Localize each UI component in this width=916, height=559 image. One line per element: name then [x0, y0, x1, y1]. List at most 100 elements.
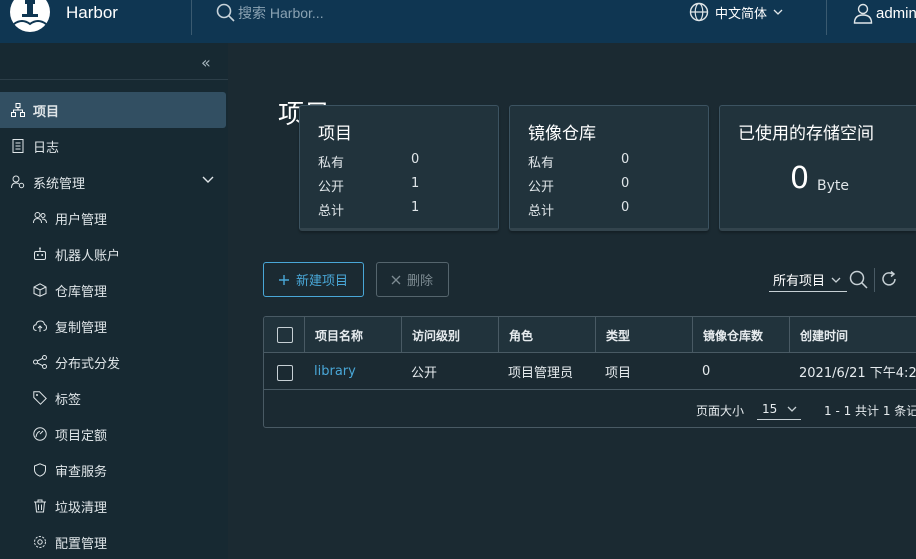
sidebar-item-label: 机器人账户: [55, 248, 121, 264]
distribution-icon: [33, 355, 47, 369]
type-cell: 项目: [605, 366, 632, 381]
new-project-button[interactable]: 新建项目: [263, 262, 364, 297]
summary-row: 公开 1: [318, 176, 428, 195]
sidebar-item-label: 项目: [33, 104, 60, 120]
row-checkbox[interactable]: [277, 365, 293, 381]
projects-icon: [11, 103, 25, 117]
page-size-select[interactable]: 15: [757, 398, 801, 420]
users-icon: [33, 211, 47, 225]
search-input[interactable]: 搜索 Harbor...: [238, 3, 324, 23]
user-icon: [853, 3, 873, 24]
column-header[interactable]: 角色: [498, 317, 595, 353]
filter-label: 所有项目: [773, 274, 826, 289]
toolbar-divider: [874, 268, 875, 292]
collapse-sidebar-icon[interactable]: «: [201, 53, 211, 72]
brand-name[interactable]: Harbor: [66, 3, 118, 23]
summary-row: 公开 0: [528, 176, 638, 195]
chevron-down-icon: [831, 277, 841, 283]
card-title: 项目: [318, 124, 352, 144]
sidebar-item-robot-accounts[interactable]: 机器人账户: [0, 236, 226, 272]
project-name-link[interactable]: library: [304, 353, 399, 390]
sidebar-item-garbage-collection[interactable]: 垃圾清理: [0, 488, 226, 524]
creation-time-cell: 2021/6/21 下午4:24: [799, 366, 916, 381]
table-footer: 页面大小 15 1 - 1 共计 1 条记录: [264, 390, 916, 427]
language-label: 中文简体: [715, 6, 768, 22]
column-header[interactable]: 镜像仓库数: [692, 317, 789, 353]
header-divider: [826, 0, 827, 35]
column-header[interactable]: 创建时间: [789, 317, 916, 353]
sidebar-item-quotas[interactable]: 项目定额: [0, 416, 226, 452]
chevron-down-icon: [787, 406, 797, 412]
refresh-icon[interactable]: [880, 270, 898, 288]
delete-button[interactable]: 删除: [376, 262, 449, 297]
page-size-label: 页面大小: [696, 404, 745, 418]
select-all-checkbox[interactable]: [277, 327, 293, 343]
sidebar-item-configuration[interactable]: 配置管理: [0, 524, 226, 559]
search-icon[interactable]: [849, 270, 869, 290]
registry-icon: [33, 283, 47, 297]
admin-icon: [11, 175, 25, 189]
column-header[interactable]: 项目名称: [304, 317, 399, 353]
language-selector[interactable]: 中文简体: [689, 2, 783, 22]
close-icon: [391, 275, 401, 284]
row-value: 1: [411, 200, 420, 215]
summary-row: 私有 0: [318, 152, 428, 171]
sidebar-item-registries[interactable]: 仓库管理: [0, 272, 226, 308]
username: admin: [876, 4, 916, 22]
row-label: 私有: [528, 156, 555, 171]
replication-icon: [33, 319, 47, 333]
row-value: 0: [411, 152, 420, 167]
gear-icon: [33, 535, 47, 549]
table-row: library 公开 项目管理员 项目 0 2021/6/21 下午4:24: [264, 353, 916, 390]
summary-row: 私有 0: [528, 152, 638, 171]
row-label: 总计: [528, 204, 555, 219]
sidebar-item-admin[interactable]: 系统管理: [0, 164, 226, 200]
sidebar-item-label: 标签: [55, 392, 82, 408]
access-level-cell: 公开: [411, 366, 438, 381]
row-label: 公开: [318, 180, 345, 195]
project-filter-select[interactable]: 所有项目: [769, 268, 847, 292]
sidebar-item-label: 仓库管理: [55, 284, 108, 300]
user-menu[interactable]: admin: [852, 2, 916, 24]
sidebar-item-label: 复制管理: [55, 320, 108, 336]
column-header[interactable]: 访问级别: [401, 317, 498, 353]
global-search[interactable]: 搜索 Harbor...: [216, 3, 324, 23]
robot-icon: [33, 247, 47, 261]
row-value: 0: [621, 152, 630, 167]
sidebar-item-logs[interactable]: 日志: [0, 128, 226, 164]
sidebar-item-label: 垃圾清理: [55, 500, 108, 516]
storage-value: 0: [790, 161, 810, 196]
column-header[interactable]: 类型: [595, 317, 692, 353]
summary-row: 总计 1: [318, 200, 428, 219]
table-header: 项目名称 访问级别 角色 类型 镜像仓库数 创建时间: [264, 317, 916, 353]
summary-row: 总计 0: [528, 200, 638, 219]
row-value: 0: [621, 176, 630, 191]
sidebar-item-replications[interactable]: 复制管理: [0, 308, 226, 344]
search-icon: [216, 3, 235, 22]
plus-icon: [279, 274, 289, 285]
sidebar-divider: [0, 79, 228, 80]
row-label: 私有: [318, 156, 345, 171]
sidebar: « 项目 日志 系统管理 用户管理 机器人账户 仓库管理 复制管理 分布式分发 …: [0, 43, 228, 559]
harbor-logo-icon[interactable]: [10, 0, 50, 32]
sidebar-item-labels[interactable]: 标签: [0, 380, 226, 416]
role-cell: 项目管理员: [508, 366, 574, 381]
card-title: 已使用的存储空间: [738, 124, 874, 144]
storage-unit: Byte: [817, 178, 849, 194]
sidebar-item-label: 审查服务: [55, 464, 108, 480]
storage-summary-card: 已使用的存储空间 0 Byte: [719, 105, 916, 231]
logs-icon: [11, 139, 25, 153]
repositories-summary-card: 镜像仓库 私有 0 公开 0 总计 0: [509, 105, 709, 231]
trash-icon: [33, 499, 47, 513]
sidebar-item-users[interactable]: 用户管理: [0, 200, 226, 236]
top-header: Harbor 搜索 Harbor... 中文简体 admin: [0, 0, 916, 43]
sidebar-item-projects[interactable]: 项目: [0, 92, 226, 128]
sidebar-item-scanners[interactable]: 审查服务: [0, 452, 226, 488]
sidebar-item-distribution[interactable]: 分布式分发: [0, 344, 226, 380]
pagination-info: 1 - 1 共计 1 条记录: [824, 404, 916, 418]
sidebar-item-label: 分布式分发: [55, 356, 121, 372]
row-value: 1: [411, 176, 420, 191]
shield-icon: [33, 463, 47, 477]
header-divider: [191, 0, 192, 35]
row-value: 0: [621, 200, 630, 215]
